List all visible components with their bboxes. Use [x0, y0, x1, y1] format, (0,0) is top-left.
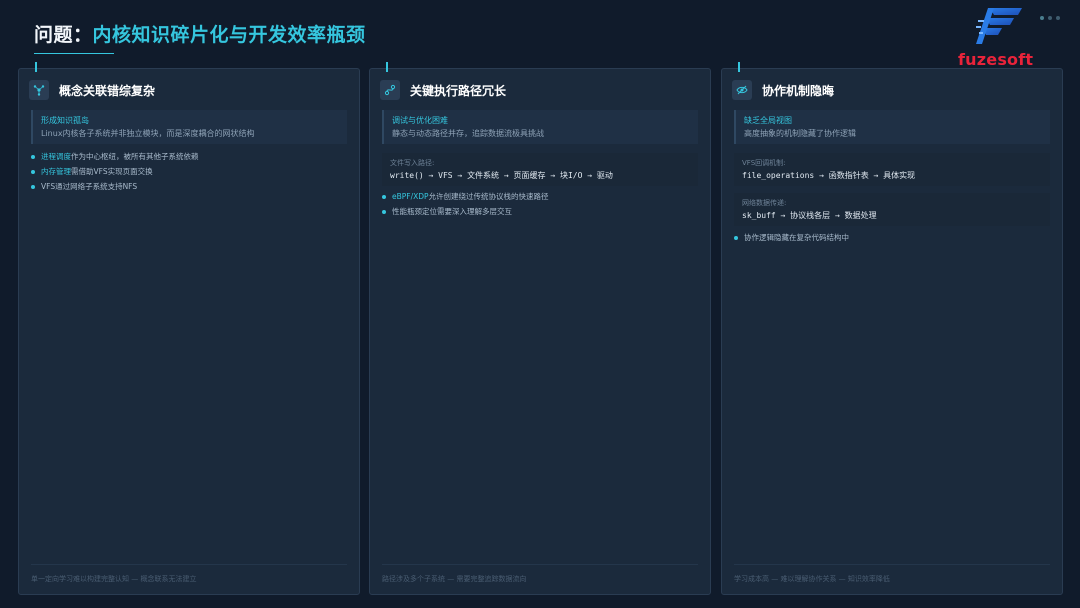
card-footer: 单一定向学习难以构建完整认知 — 概念联系无法建立 [31, 564, 347, 584]
subpanel-heading: 调试与优化困难 [392, 116, 448, 125]
eye-off-icon [732, 80, 752, 100]
logo-f-mark-icon [976, 8, 1022, 44]
network-icon [29, 80, 49, 100]
card-execution-path: 关键执行路径冗长 调试与优化困难 静态与动态路径并存，追踪数据流极具挑战 文件写… [369, 62, 711, 595]
list-item: VFS通过网络子系统支持NFS [31, 179, 347, 194]
pagination-dots [1040, 16, 1060, 20]
code-path: file_operations → 函数指针表 → 具体实现 [742, 171, 916, 180]
list-item: eBPF/XDP允许创建绕过传统协议栈的快速路径 [382, 189, 698, 204]
subpanel-heading: 缺乏全局视图 [744, 116, 792, 125]
code-path-box: 文件写入路径: write() → VFS → 文件系统 → 页面缓存 → 块I… [382, 153, 698, 186]
path-icon [380, 80, 400, 100]
title-underline [34, 53, 114, 54]
bullet-list: eBPF/XDP允许创建绕过传统协议栈的快速路径 性能瓶颈定位需要深入理解多层交… [382, 189, 698, 219]
list-item: 性能瓶颈定位需要深入理解多层交互 [382, 204, 698, 219]
code-path: write() → VFS → 文件系统 → 页面缓存 → 块I/O → 驱动 [390, 171, 613, 180]
code-label: 网络数据传递: [742, 199, 787, 207]
card-notch [35, 62, 37, 72]
card-title: 关键执行路径冗长 [410, 83, 507, 98]
list-item: 进程调度作为中心枢纽，被所有其他子系统依赖 [31, 149, 347, 164]
page-title: 问题：内核知识碎片化与开发效率瓶颈 [34, 20, 366, 47]
dot [1048, 16, 1052, 20]
subpanel-body: Linux内核各子系统并非独立模块，而是深度耦合的网状结构 [41, 129, 255, 138]
subpanel-heading: 形成知识孤岛 [41, 116, 89, 125]
code-path-box: 网络数据传递: sk_buff → 协议栈各层 → 数据处理 [734, 193, 1050, 226]
list-item: 协作逻辑隐藏在复杂代码结构中 [734, 230, 1050, 245]
bullet-list: 协作逻辑隐藏在复杂代码结构中 [734, 230, 1050, 245]
card-title: 概念关联错综复杂 [59, 83, 156, 98]
card-subpanel: 缺乏全局视图 高度抽象的机制隐藏了协作逻辑 [734, 110, 1050, 144]
page-title-highlight: 内核知识碎片化与开发效率瓶颈 [92, 24, 366, 46]
card-collaboration: 协作机制隐晦 缺乏全局视图 高度抽象的机制隐藏了协作逻辑 VFS回调机制: fi… [721, 62, 1063, 595]
card-notch [738, 62, 740, 72]
card-subpanel: 调试与优化困难 静态与动态路径并存，追踪数据流极具挑战 [382, 110, 698, 144]
code-label: VFS回调机制: [742, 159, 786, 167]
subpanel-body: 静态与动态路径并存，追踪数据流极具挑战 [392, 129, 544, 138]
code-label: 文件写入路径: [390, 159, 435, 167]
page-title-prefix: 问题： [34, 24, 93, 46]
card-header: 协作机制隐晦 [732, 79, 834, 101]
card-footer: 学习成本高 — 难以理解协作关系 — 知识效率降低 [734, 564, 1050, 584]
card-header: 关键执行路径冗长 [380, 79, 506, 101]
fuzesoft-logo: fuzesoft [956, 6, 1046, 69]
dot [1056, 16, 1060, 20]
bullet-list: 进程调度作为中心枢纽，被所有其他子系统依赖 内存管理需借助VFS实现页面交换 V… [31, 149, 347, 194]
card-subpanel: 形成知识孤岛 Linux内核各子系统并非独立模块，而是深度耦合的网状结构 [31, 110, 347, 144]
code-path: sk_buff → 协议栈各层 → 数据处理 [742, 211, 877, 220]
card-notch [386, 62, 388, 72]
card-footer: 路径涉及多个子系统 — 需要完整追踪数据流向 [382, 564, 698, 584]
subpanel-body: 高度抽象的机制隐藏了协作逻辑 [744, 129, 856, 138]
code-path-box: VFS回调机制: file_operations → 函数指针表 → 具体实现 [734, 153, 1050, 186]
logo-text: fuzesoft [958, 50, 1034, 69]
card-concept-complexity: 概念关联错综复杂 形成知识孤岛 Linux内核各子系统并非独立模块，而是深度耦合… [18, 62, 360, 595]
list-item: 内存管理需借助VFS实现页面交换 [31, 164, 347, 179]
card-title: 协作机制隐晦 [762, 83, 835, 98]
card-header: 概念关联错综复杂 [29, 79, 155, 101]
dot [1040, 16, 1044, 20]
